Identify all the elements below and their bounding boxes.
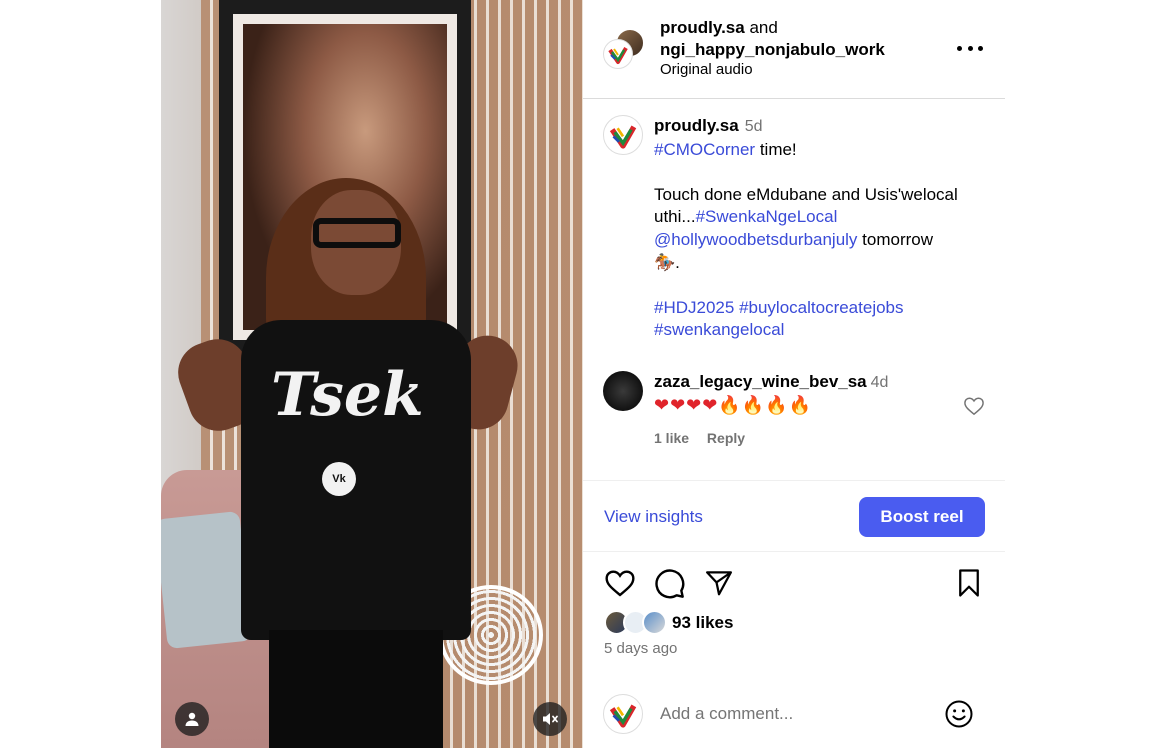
shirt-logo: Vk [322,462,356,496]
post-panel: proudly.sa and ngi_happy_nonjabulo_work … [583,0,1005,748]
person-pants [269,630,443,748]
more-dot-icon [967,45,973,51]
reel-media[interactable]: Tsek Vk [161,0,583,748]
collaborator-username[interactable]: ngi_happy_nonjabulo_work [660,40,885,59]
caption-username[interactable]: proudly.sa [654,116,739,135]
tagged-users-button[interactable] [175,702,209,736]
boost-reel-button[interactable]: Boost reel [859,497,985,537]
hashtag-link[interactable]: #swenkangelocal [654,320,784,339]
like-button[interactable] [604,568,636,600]
view-insights-link[interactable]: View insights [604,507,703,527]
more-options-button[interactable] [957,38,983,58]
and-text: and [749,18,778,37]
comment-time: 4d [870,374,889,391]
mention-link[interactable]: @hollywoodbetsdurbanjuly [654,230,857,249]
liker-avatar [642,610,667,635]
comment: zaza_legacy_wine_bev_sa 4d ❤❤❤❤🔥🔥🔥🔥 1 lik… [654,371,974,449]
smiley-icon [945,700,973,728]
comment-like-button[interactable] [963,396,985,421]
fire-emojis: 🔥🔥🔥🔥 [718,395,812,416]
speaker-muted-icon [543,713,558,725]
horse-emoji: 🏇 [654,252,676,272]
more-dot-icon [957,45,962,51]
heart-emojis: ❤❤❤❤ [654,395,719,416]
caption-line: tomorrow [857,229,934,249]
caption-line: time! [755,139,797,159]
more-dot-icon [978,45,983,51]
comment-input[interactable] [660,704,940,724]
caption-time: 5d [744,118,763,135]
emoji-button[interactable] [944,699,974,729]
collab-avatars[interactable] [603,28,647,70]
liker-avatars [604,610,668,636]
insights-bar: View insights Boost reel [583,480,1005,552]
user-icon [185,712,199,726]
save-button[interactable] [955,568,987,600]
comment-button[interactable] [654,568,686,600]
proudly-sa-logo-icon [606,697,640,731]
add-comment-bar [583,684,1005,748]
post-header: proudly.sa and ngi_happy_nonjabulo_work … [583,0,1005,99]
author-avatar[interactable] [603,39,633,69]
likes-row[interactable]: 93 likes [604,610,733,636]
reply-button[interactable]: Reply [707,430,745,446]
comments-scroll-area[interactable]: proudly.sa 5d #CMOCorner time! Touch done… [583,100,1005,480]
hashtag-link[interactable]: #SwenkaNgeLocal [696,207,838,226]
heart-outline-icon [964,397,984,416]
commenter-avatar[interactable] [603,371,643,411]
likes-count[interactable]: 93 likes [672,613,733,633]
post-date: 5 days ago [604,640,678,657]
person-glasses [313,218,401,248]
proudly-sa-logo-icon [606,118,640,152]
pillow [161,510,253,650]
share-button[interactable] [704,568,736,600]
paper-plane-icon [706,571,732,596]
shirt-print: Tsek [271,360,424,430]
comment-username[interactable]: zaza_legacy_wine_bev_sa [654,372,867,391]
caption-text: proudly.sa 5d #CMOCorner time! Touch done… [654,115,994,342]
comment-likes[interactable]: 1 like [654,430,689,446]
bookmark-icon [959,569,979,597]
proudly-sa-logo-icon [606,42,630,66]
audio-label[interactable]: Original audio [660,61,753,78]
caption-period: . [675,252,680,272]
comment-text: ❤❤❤❤🔥🔥🔥🔥 [654,395,974,417]
post-actions [583,568,1005,604]
comment-bubble-icon [655,569,685,599]
hashtag-link[interactable]: #buylocaltocreatejobs [739,298,903,317]
heart-outline-icon [605,570,635,597]
caption-author-avatar[interactable] [603,115,643,155]
current-user-avatar [603,694,643,734]
mute-button[interactable] [533,702,567,736]
hashtag-link[interactable]: #CMOCorner [654,140,755,159]
author-username[interactable]: proudly.sa [660,18,745,37]
hashtag-link[interactable]: #HDJ2025 [654,298,734,317]
